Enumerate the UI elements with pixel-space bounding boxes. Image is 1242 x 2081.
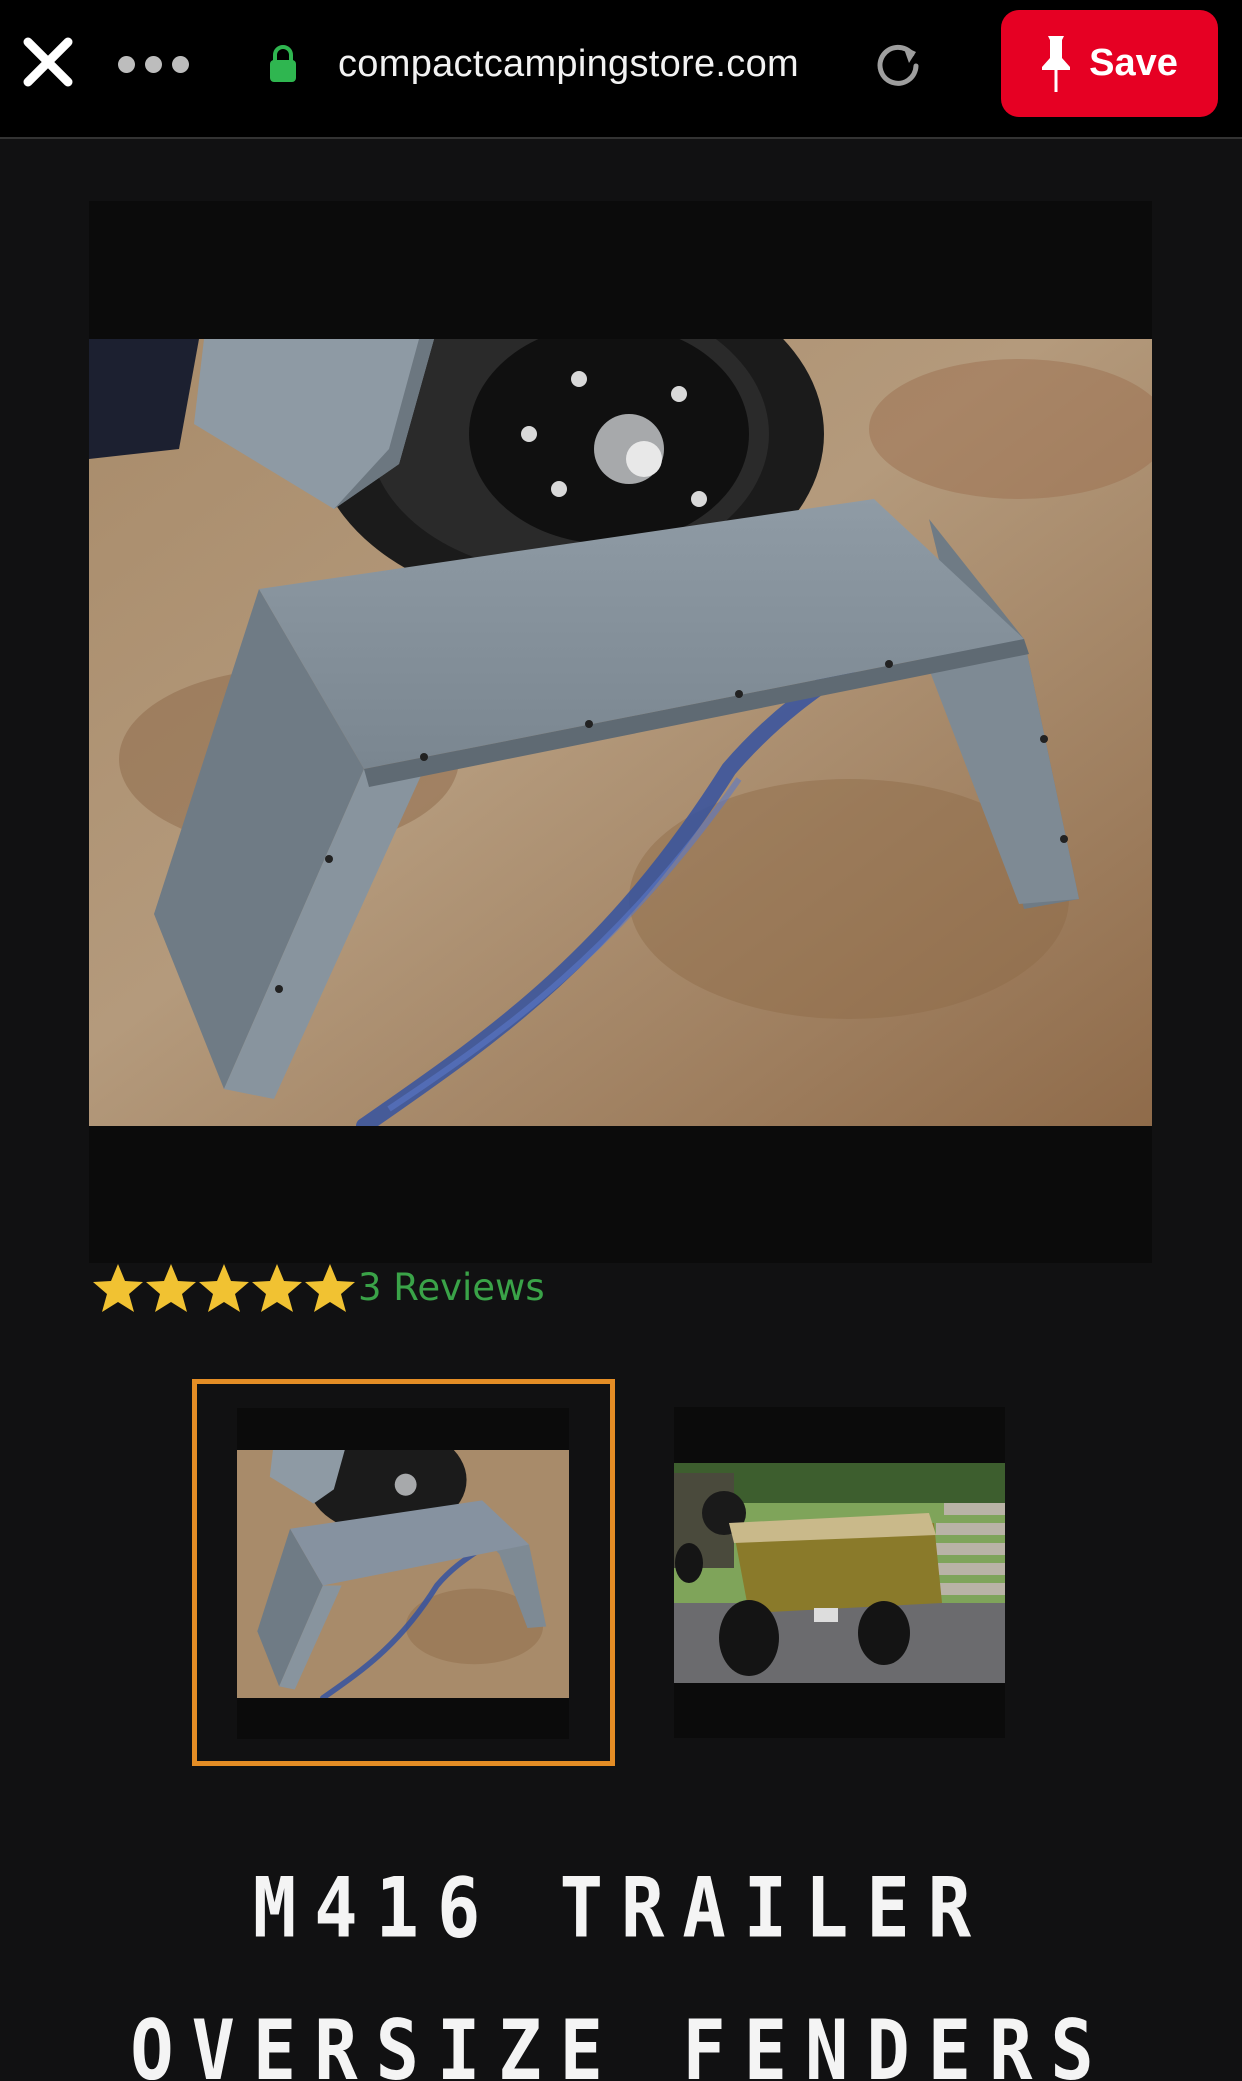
- lock-icon: [268, 44, 298, 84]
- product-rating[interactable]: 3 Reviews: [91, 1262, 545, 1314]
- star-icon: [252, 1264, 302, 1312]
- pin-icon: [1042, 35, 1071, 92]
- thumbnail-trailer-photo: [674, 1463, 1005, 1683]
- product-title: M416 TRAILER OVERSIZE FENDERS: [130, 1859, 1112, 2081]
- thumbnail-fender-frame: [237, 1408, 569, 1739]
- star-icon: [199, 1264, 249, 1312]
- star-icon: [305, 1264, 355, 1312]
- product-main-image[interactable]: [89, 201, 1152, 1263]
- more-dots-icon[interactable]: [118, 52, 194, 76]
- save-button[interactable]: Save: [1001, 10, 1218, 117]
- star-icon: [93, 1264, 143, 1312]
- thumbnail-fender[interactable]: [192, 1379, 615, 1766]
- star-icon: [146, 1264, 196, 1312]
- browser-toolbar: compactcampingstore.com Save: [0, 0, 1242, 139]
- star-rating: [91, 1262, 356, 1314]
- thumbnail-fender-photo: [237, 1450, 569, 1698]
- thumbnail-trailer[interactable]: [674, 1407, 1005, 1738]
- reviews-link[interactable]: 3 Reviews: [358, 1262, 545, 1314]
- close-icon[interactable]: [20, 34, 76, 90]
- save-label: Save: [1089, 42, 1178, 84]
- url-text[interactable]: compactcampingstore.com: [338, 42, 799, 86]
- reload-icon[interactable]: [872, 38, 924, 90]
- fender-photo: [89, 339, 1152, 1126]
